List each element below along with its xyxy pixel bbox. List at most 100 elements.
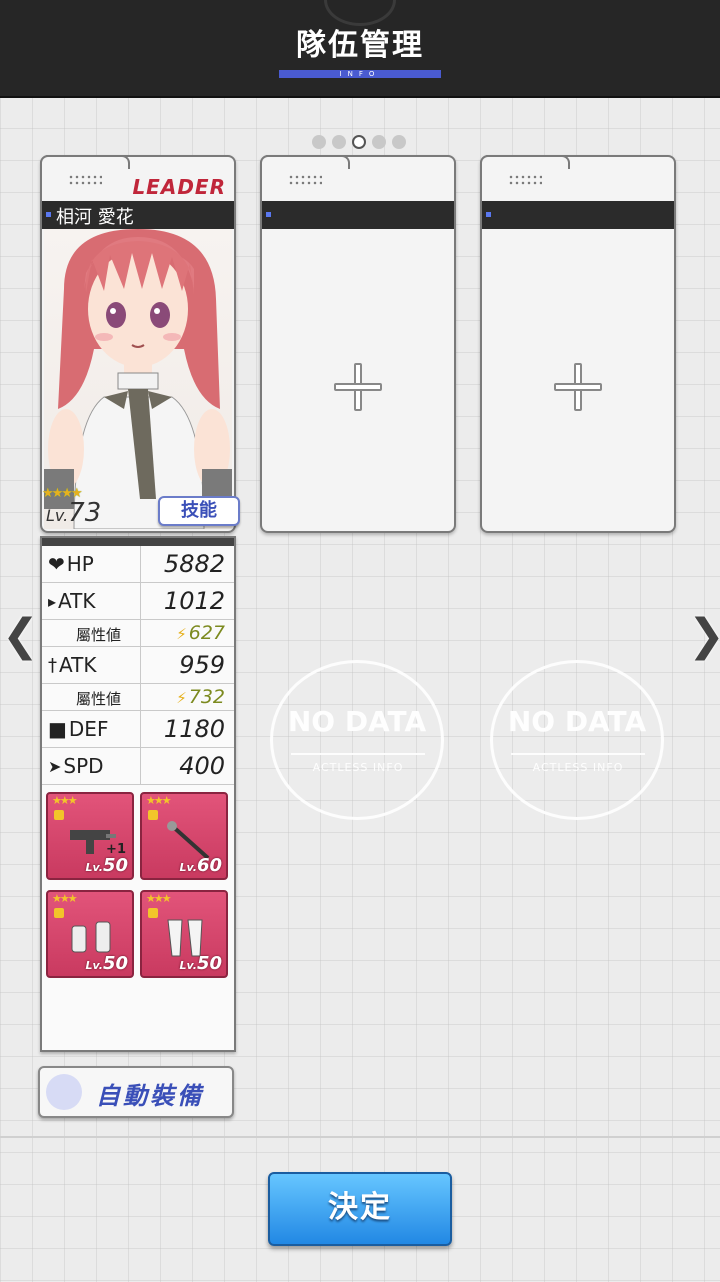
page-indicator <box>312 135 406 149</box>
empty-slot-card-2[interactable] <box>260 155 456 533</box>
equip-level-prefix: Lv. <box>179 959 197 972</box>
stat-row-attr-sword: 屬性値 ⚡ 732 <box>42 684 234 711</box>
equip-level-value: 50 <box>102 953 128 974</box>
nodata-subtitle: ACTLESS INFO <box>511 753 645 774</box>
stat-label: 屬性値 <box>76 626 122 644</box>
confirm-button[interactable]: 決定 <box>268 1172 452 1246</box>
nodata-title: NO DATA <box>507 705 647 738</box>
equip-stars: ★★★ <box>146 794 172 807</box>
tap-icon <box>46 1074 82 1110</box>
staff-item-icon <box>167 821 210 860</box>
name-marker <box>486 212 491 217</box>
shield-icon: ■ <box>48 717 67 741</box>
title-subtitle: INFO <box>339 70 381 78</box>
equipment-slot-boots[interactable]: ★★★ Lv.50 <box>140 890 228 978</box>
equipment-slot-gauntlets[interactable]: ★★★ Lv.50 <box>46 890 134 978</box>
next-page-arrow-icon[interactable]: ❯ <box>688 610 720 661</box>
empty-slot-card-3[interactable] <box>480 155 676 533</box>
character-name-bar <box>482 201 674 229</box>
nodata-placeholder: NO DATA ACTLESS INFO <box>270 660 444 820</box>
equip-level: Lv.50 <box>85 855 128 876</box>
level-prefix: Lv. <box>46 506 69 525</box>
stat-label: SPD <box>63 754 104 778</box>
name-marker <box>46 212 51 217</box>
stat-label: 屬性値 <box>76 690 122 708</box>
level-value: 73 <box>68 498 102 528</box>
card-tab <box>40 155 130 169</box>
character-name-bar: 相河 愛花 <box>42 201 234 229</box>
stat-label: HP <box>66 552 94 576</box>
leader-badge: LEADER <box>132 175 226 199</box>
leader-card[interactable]: LEADER 相河 愛花 <box>40 155 236 533</box>
stat-row-spd: ➤ SPD 400 <box>42 748 234 785</box>
equip-level-value: 60 <box>196 855 222 876</box>
add-member-plus-icon[interactable] <box>334 363 382 411</box>
add-member-plus-icon[interactable] <box>554 363 602 411</box>
stat-value: 5882 <box>140 546 229 582</box>
stat-row-atk-sword: † ATK 959 <box>42 647 234 684</box>
stat-row-atk-gun: ▸ ATK 1012 <box>42 583 234 620</box>
character-portrait[interactable] <box>44 229 232 529</box>
sword-icon: † <box>48 654 57 676</box>
equipment-slot-staff[interactable]: ★★★ Lv.60 <box>140 792 228 880</box>
equip-level-prefix: Lv. <box>85 959 103 972</box>
nodata-placeholder: NO DATA ACTLESS INFO <box>490 660 664 820</box>
card-tab <box>480 155 570 169</box>
stat-row-attr-gun: 屬性値 ⚡ 627 <box>42 620 234 647</box>
stats-topbar <box>42 538 234 546</box>
title-underline: INFO <box>279 70 441 78</box>
stat-value: 732 <box>188 686 225 708</box>
character-level: Lv.73 <box>46 498 101 528</box>
stat-value: 1012 <box>140 583 229 619</box>
nodata-title: NO DATA <box>287 705 427 738</box>
lock-icon <box>54 908 64 918</box>
equip-level-prefix: Lv. <box>85 861 103 874</box>
character-name-bar <box>262 201 454 229</box>
lock-icon <box>148 908 158 918</box>
bolt-icon: ⚡ <box>176 689 187 707</box>
page-dot-active[interactable] <box>352 135 366 149</box>
name-marker <box>266 212 271 217</box>
stat-value: 959 <box>140 647 229 683</box>
stat-row-hp: ❤ HP 5882 <box>42 546 234 583</box>
previous-page-arrow-icon[interactable]: ❮ <box>2 610 39 661</box>
equip-stars: ★★★ <box>52 794 78 807</box>
boots-item-icon <box>167 919 203 957</box>
lock-icon <box>148 810 158 820</box>
stat-value: 1180 <box>140 711 229 747</box>
auto-equip-label: 自動裝備 <box>96 1082 204 1110</box>
bolt-icon: ⚡ <box>176 625 187 643</box>
equip-level-prefix: Lv. <box>179 861 197 874</box>
page-dot[interactable] <box>372 135 386 149</box>
stat-label: ATK <box>58 589 96 613</box>
page-title: 隊伍管理 <box>296 28 424 63</box>
card-grip <box>508 174 542 186</box>
stat-value: 627 <box>188 622 225 644</box>
card-tab <box>260 155 350 169</box>
equip-level: Lv.50 <box>85 953 128 974</box>
equip-level: Lv.60 <box>179 855 222 876</box>
wing-icon: ➤ <box>48 756 62 776</box>
gauntlet-item-icon <box>71 921 111 953</box>
equip-stars: ★★★ <box>146 892 172 905</box>
page-dot[interactable] <box>392 135 406 149</box>
equip-stars: ★★★ <box>52 892 78 905</box>
card-grip <box>68 174 102 186</box>
stat-label: DEF <box>68 717 109 741</box>
stat-value: 400 <box>140 748 229 784</box>
page-dot[interactable] <box>332 135 346 149</box>
gun-icon: ▸ <box>48 591 57 611</box>
header-bar: 隊伍管理 INFO <box>0 0 720 98</box>
page-dot[interactable] <box>312 135 326 149</box>
lock-icon <box>54 810 64 820</box>
stat-row-def: ■ DEF 1180 <box>42 711 234 748</box>
card-grip <box>288 174 322 186</box>
auto-equip-button[interactable]: 自動裝備 <box>38 1066 234 1118</box>
nodata-subtitle: ACTLESS INFO <box>291 753 425 774</box>
equipment-slot-gun[interactable]: ★★★ +1 Lv.50 <box>46 792 134 880</box>
equip-level: Lv.50 <box>179 953 222 974</box>
skill-button[interactable]: 技能 <box>158 496 240 526</box>
character-name: 相河 愛花 <box>56 207 134 228</box>
equip-level-value: 50 <box>196 953 222 974</box>
stat-label: ATK <box>59 653 97 677</box>
